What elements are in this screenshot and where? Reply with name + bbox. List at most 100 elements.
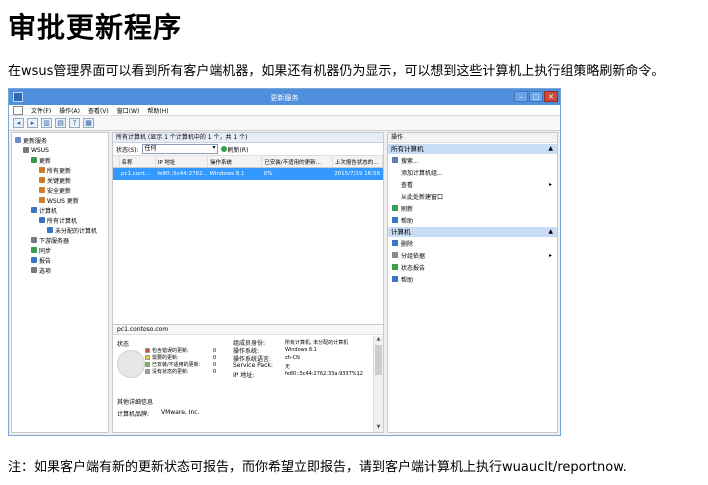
action-item[interactable]: 状态报告: [388, 261, 557, 273]
scroll-thumb[interactable]: [375, 345, 382, 375]
legend-label: 需要的更新:: [152, 355, 179, 361]
action-item[interactable]: 搜索...: [388, 154, 557, 166]
hardware-value: VMware, Inc.: [161, 409, 200, 416]
back-icon[interactable]: ◂: [13, 118, 24, 128]
status-filter-select[interactable]: 任何: [141, 144, 218, 154]
tree-node[interactable]: WSUS 更新: [12, 195, 108, 205]
legend-count: 0: [213, 368, 217, 375]
menu-file[interactable]: 文件(F): [31, 106, 51, 115]
tree-node-label: WSUS: [31, 146, 49, 154]
action-icon: [392, 252, 398, 258]
menu-window[interactable]: 窗口(W): [117, 106, 140, 115]
tree-node-label: 下游服务器: [39, 237, 70, 245]
action-label: 状态报告: [401, 264, 426, 272]
tree-node[interactable]: 计算机: [12, 205, 108, 215]
legend-item: 需要的更新: 0: [145, 354, 216, 361]
column-header[interactable]: 上次报告状态的...: [332, 156, 384, 168]
actions-section-header[interactable]: 计算机 ▲: [388, 227, 557, 237]
tree-node[interactable]: 报告: [12, 255, 108, 265]
tree-node[interactable]: WSUS: [12, 145, 108, 155]
column-header[interactable]: IP 地址: [155, 156, 209, 168]
tree-node[interactable]: 关键更新: [12, 175, 108, 185]
legend-item: 包含错误的更新: 0: [145, 347, 216, 354]
property-value: 所有计算机, 未分配的计算机: [285, 340, 349, 346]
tree-node-label: 关键更新: [47, 177, 72, 185]
legend-count: 0: [213, 347, 217, 354]
tree-node-label: 安全更新: [47, 187, 72, 195]
console-tree-icon[interactable]: ▥: [41, 118, 52, 128]
menu-help[interactable]: 帮助(H): [147, 106, 168, 115]
tree-node[interactable]: 更新: [12, 155, 108, 165]
tree-node[interactable]: 所有计算机: [12, 215, 108, 225]
center-header: 所有计算机 (显示 1 个计算机中的 1 个，共 1 个): [113, 133, 383, 143]
menu-view[interactable]: 查看(V): [88, 106, 109, 115]
property-row: 操作系统: Windows 8.1: [233, 346, 363, 355]
tree-node-label: 选项: [39, 267, 52, 275]
property-key: IP 地址:: [233, 372, 255, 379]
document-icon: [13, 105, 23, 115]
legend-item: 已安装/不适用的更新: 0: [145, 361, 216, 368]
legend-item: 没有状态的更新: 0: [145, 368, 216, 375]
action-item[interactable]: 从此处新建窗口: [388, 190, 557, 202]
action-item[interactable]: 帮助: [388, 273, 557, 285]
tree-node[interactable]: 安全更新: [12, 185, 108, 195]
tree-node[interactable]: 选项: [12, 265, 108, 275]
legend-swatch: [145, 348, 150, 353]
scroll-down-icon[interactable]: ▼: [374, 424, 383, 432]
window-title: 更新服务: [270, 94, 299, 102]
action-pane-icon[interactable]: ▦: [83, 118, 94, 128]
table-cell: Windows 8.1: [207, 167, 262, 180]
help-icon[interactable]: ?: [69, 118, 80, 128]
column-header[interactable]: 已安装/不适用的更新...: [261, 156, 333, 168]
action-item[interactable]: 分组依据 ▸: [388, 249, 557, 261]
scroll-up-icon[interactable]: ▲: [374, 336, 383, 344]
action-icon: [392, 240, 398, 246]
minimize-button[interactable]: –: [514, 91, 528, 102]
action-item[interactable]: 删除: [388, 237, 557, 249]
action-item[interactable]: 刷新: [388, 202, 557, 214]
action-label: 帮助: [401, 276, 414, 284]
action-label: 刷新: [401, 205, 414, 213]
column-header[interactable]: 名称: [119, 156, 156, 168]
tree-node[interactable]: 下游服务器: [12, 235, 108, 245]
action-item[interactable]: 帮助: [388, 214, 557, 226]
properties-icon[interactable]: ▤: [55, 118, 66, 128]
collapse-icon[interactable]: ▲: [548, 227, 553, 237]
tree-node[interactable]: 所有更新: [12, 165, 108, 175]
tree-node-label: 所有计算机: [47, 217, 78, 225]
property-row: 组成员身份: 所有计算机, 未分配的计算机: [233, 338, 363, 347]
console-tree: 更新服务 WSUS 更新 所有更新关键更新安全更新 WSUS 更新 计算机所有计算机 未分配…: [11, 132, 109, 433]
action-item[interactable]: 添加计算机组...: [388, 166, 557, 178]
forward-icon[interactable]: ▸: [27, 118, 38, 128]
tree-node-icon: [31, 207, 37, 213]
menu-action[interactable]: 操作(A): [59, 106, 80, 115]
tree-node[interactable]: 同步: [12, 245, 108, 255]
tree-node[interactable]: 更新服务: [12, 135, 108, 145]
property-key: 组成员身份:: [233, 340, 266, 347]
action-item[interactable]: 查看 ▸: [388, 178, 557, 190]
window-titlebar[interactable]: 更新服务 – □ ✕: [9, 89, 560, 105]
tree-node-icon: [31, 157, 37, 163]
column-header[interactable]: 操作系统: [207, 156, 263, 168]
center-pane: 所有计算机 (显示 1 个计算机中的 1 个，共 1 个) 状态(S): 任何 …: [112, 132, 384, 433]
action-label: 从此处新建窗口: [401, 193, 444, 201]
refresh-button[interactable]: 刷新(R): [220, 145, 249, 154]
legend-label: 已安装/不适用的更新:: [152, 362, 201, 368]
tree-node-icon: [31, 267, 37, 273]
refresh-label: 刷新(R): [227, 146, 249, 154]
property-key: 操作系统语言:: [233, 356, 272, 363]
close-button[interactable]: ✕: [544, 91, 558, 102]
tree-node[interactable]: 未分配的计算机: [12, 225, 108, 235]
maximize-button[interactable]: □: [529, 91, 543, 102]
legend-label: 包含错误的更新:: [152, 348, 189, 354]
tree-node-icon: [39, 167, 45, 173]
table-row[interactable]: pc1.cont... fe80::5c44:2762... Windows 8.1…: [113, 167, 383, 180]
actions-section-header[interactable]: 所有计算机 ▲: [388, 144, 557, 154]
hardware-row: 计算机品牌: VMware, Inc.: [117, 409, 199, 418]
submenu-arrow-icon: ▸: [548, 251, 552, 259]
legend-swatch: [145, 355, 150, 360]
submenu-arrow-icon: ▸: [548, 180, 552, 188]
detail-vertical-scrollbar[interactable]: ▲ ▼: [373, 336, 383, 432]
collapse-icon[interactable]: ▲: [548, 144, 553, 154]
action-icon: [392, 276, 398, 282]
